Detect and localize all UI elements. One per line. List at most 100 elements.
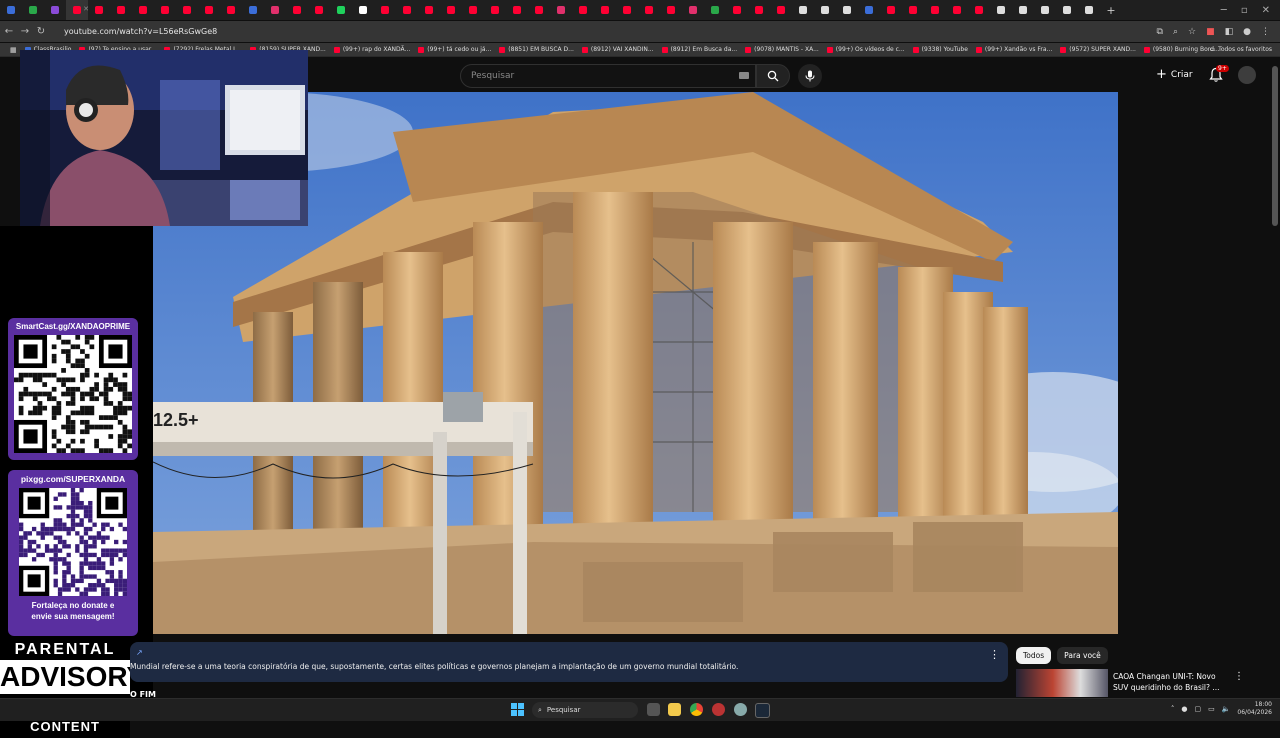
bookmark-item[interactable]: (99+) Os vídeos de c...: [826, 46, 905, 53]
bookmark-item[interactable]: (9078) MANTIS - XA...: [745, 46, 819, 53]
maximize-icon[interactable]: ▫: [1241, 5, 1248, 16]
tab[interactable]: [1056, 0, 1078, 20]
tab[interactable]: [308, 0, 330, 20]
tab[interactable]: [374, 0, 396, 20]
search-input[interactable]: Pesquisar: [460, 64, 756, 88]
tab[interactable]: [880, 0, 902, 20]
volume-icon[interactable]: 🔈: [1222, 705, 1231, 713]
tab[interactable]: [220, 0, 242, 20]
all-favorites[interactable]: ▭ Todos os favoritos: [1210, 43, 1273, 56]
new-tab-button[interactable]: +: [1100, 0, 1122, 20]
tab[interactable]: [946, 0, 968, 20]
tab[interactable]: [660, 0, 682, 20]
external-link-icon[interactable]: ↗: [136, 648, 143, 657]
avatar[interactable]: [1238, 66, 1256, 84]
chevron-up-icon[interactable]: ˄: [1171, 705, 1175, 713]
tab[interactable]: [198, 0, 220, 20]
tab[interactable]: [154, 0, 176, 20]
clock[interactable]: 18:00 06/04/2026: [1237, 701, 1272, 717]
tab[interactable]: [858, 0, 880, 20]
recommended-video[interactable]: CAOA Changan UNI-T: Novo SUV queridinho …: [1016, 669, 1250, 697]
windows-start-icon[interactable]: [511, 703, 524, 716]
tab[interactable]: [1012, 0, 1034, 20]
tab[interactable]: [44, 0, 66, 20]
bookmark-item[interactable]: (8851) EM BUSCA D...: [499, 46, 574, 53]
tab[interactable]: [286, 0, 308, 20]
tab[interactable]: [770, 0, 792, 20]
tab[interactable]: [440, 0, 462, 20]
tab[interactable]: [836, 0, 858, 20]
tab[interactable]: [792, 0, 814, 20]
tab[interactable]: [990, 0, 1012, 20]
tab[interactable]: [528, 0, 550, 20]
tab[interactable]: [594, 0, 616, 20]
taskbar-search[interactable]: ⌕ Pesquisar: [532, 702, 638, 718]
file-explorer-icon[interactable]: [668, 703, 681, 716]
back-arrow-icon[interactable]: ←: [2, 26, 16, 37]
bookmark-item[interactable]: (8912) VAI XANDIN...: [581, 46, 654, 53]
more-options-icon[interactable]: ⋮: [989, 648, 1000, 661]
chrome-icon[interactable]: [690, 703, 703, 716]
search-button[interactable]: [756, 64, 790, 88]
tab[interactable]: [418, 0, 440, 20]
tab[interactable]: [132, 0, 154, 20]
tab[interactable]: [110, 0, 132, 20]
tab[interactable]: [176, 0, 198, 20]
tab[interactable]: [396, 0, 418, 20]
page-scrollbar[interactable]: [1272, 66, 1278, 226]
tray-app-icon[interactable]: ▢: [1194, 705, 1201, 713]
tab[interactable]: [902, 0, 924, 20]
reload-icon[interactable]: ↻: [34, 26, 48, 37]
forward-arrow-icon[interactable]: →: [18, 26, 32, 37]
tab[interactable]: [550, 0, 572, 20]
tab[interactable]: [330, 0, 352, 20]
recommended-video-title[interactable]: CAOA Changan UNI-T: Novo SUV queridinho …: [1113, 671, 1233, 693]
tab[interactable]: [352, 0, 374, 20]
obs-icon[interactable]: [712, 703, 725, 716]
bookmark-item[interactable]: (9338) YouTube: [912, 46, 968, 53]
tab[interactable]: [1034, 0, 1056, 20]
bookmark-item[interactable]: (99+) tá cedo ou já...: [418, 46, 491, 53]
url-field[interactable]: youtube.com/watch?v=L56eRsGwGe8: [64, 21, 217, 42]
tab[interactable]: [924, 0, 946, 20]
voice-search-button[interactable]: [798, 64, 822, 88]
steam-icon[interactable]: [755, 703, 770, 718]
extension-icon[interactable]: ■: [1206, 27, 1215, 37]
tab[interactable]: [242, 0, 264, 20]
apps-grid-icon[interactable]: ▦: [10, 46, 17, 54]
tab[interactable]: [638, 0, 660, 20]
tab[interactable]: [572, 0, 594, 20]
video-thumbnail[interactable]: [1016, 669, 1108, 697]
tab[interactable]: [814, 0, 836, 20]
minimize-icon[interactable]: ─: [1221, 5, 1227, 16]
profile-avatar-icon[interactable]: ●: [1243, 27, 1251, 37]
tab-active[interactable]: ✕: [66, 0, 89, 20]
tab[interactable]: [506, 0, 528, 20]
more-options-icon[interactable]: ⋮: [1234, 671, 1244, 682]
tab[interactable]: [462, 0, 484, 20]
bookmark-item[interactable]: (99+) rap do XANDÃ...: [333, 46, 410, 53]
network-icon[interactable]: ▭: [1208, 705, 1215, 713]
mic-icon[interactable]: ●: [1181, 705, 1187, 713]
tab[interactable]: [264, 0, 286, 20]
extensions-puzzle-icon[interactable]: ◧: [1225, 27, 1234, 37]
browser-menu-icon[interactable]: ⋮: [1261, 27, 1270, 37]
tab[interactable]: [726, 0, 748, 20]
tab[interactable]: [616, 0, 638, 20]
tab[interactable]: [748, 0, 770, 20]
tab[interactable]: [88, 0, 110, 20]
tab[interactable]: [0, 0, 22, 20]
bookmark-item[interactable]: (9580) Burning Bord...: [1143, 46, 1220, 53]
bookmark-item[interactable]: (99+) Xandão vs Fra...: [975, 46, 1052, 53]
tab[interactable]: [22, 0, 44, 20]
bookmark-star-icon[interactable]: ☆: [1188, 27, 1196, 37]
bookmark-item[interactable]: (9572) SUPER XAND...: [1060, 46, 1136, 53]
bookmark-item[interactable]: (8912) Em Busca da...: [661, 46, 737, 53]
install-app-icon[interactable]: ⧉: [1157, 27, 1163, 37]
tab[interactable]: [968, 0, 990, 20]
tab[interactable]: [704, 0, 726, 20]
tab[interactable]: [484, 0, 506, 20]
settings-gear-icon[interactable]: [734, 703, 747, 716]
tab[interactable]: [1078, 0, 1100, 20]
zoom-icon[interactable]: ⌕: [1173, 27, 1178, 37]
